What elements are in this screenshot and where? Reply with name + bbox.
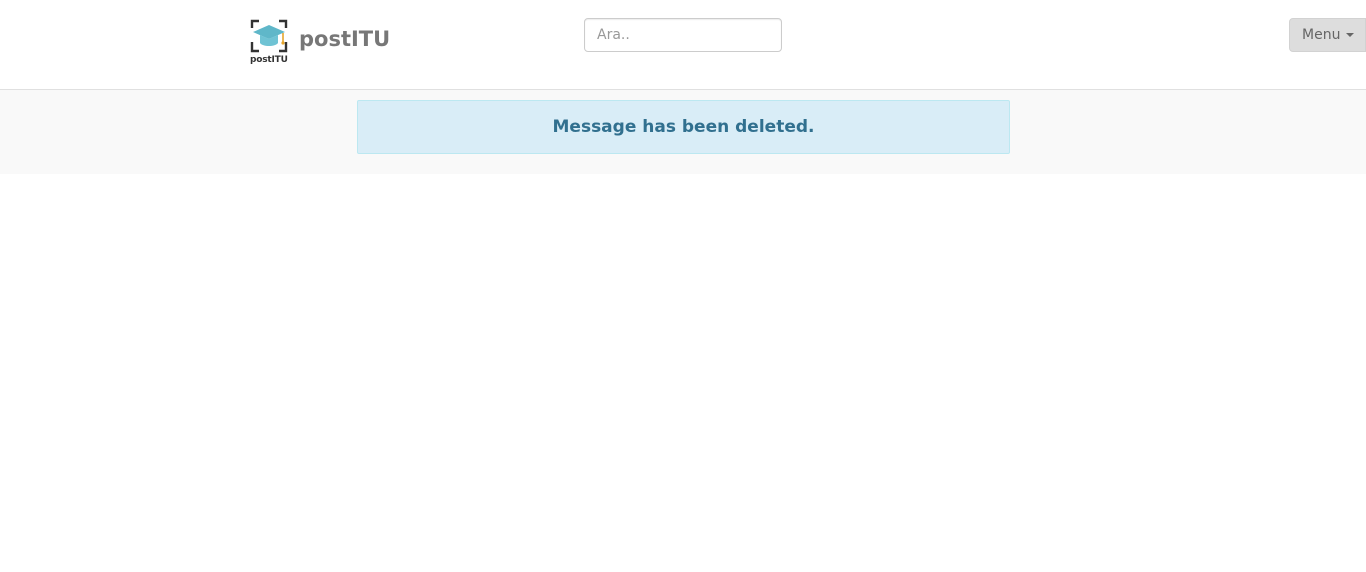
content-area: Message has been deleted. (0, 90, 1366, 174)
brand-home-link[interactable]: postITU postITU (250, 18, 390, 68)
menu-label: Menu (1302, 27, 1341, 43)
search-input[interactable] (584, 18, 782, 52)
menu-dropdown-button[interactable]: Menu (1289, 18, 1366, 52)
brand-name: postITU (299, 27, 391, 51)
caret-down-icon (1346, 33, 1355, 37)
logo: postITU (250, 18, 288, 68)
top-navbar: postITU postITU Menu (0, 0, 1366, 90)
graduation-cap-icon (250, 19, 288, 53)
alert-message: Message has been deleted. (552, 117, 815, 137)
info-alert: Message has been deleted. (357, 100, 1010, 154)
logo-caption: postITU (250, 55, 288, 65)
